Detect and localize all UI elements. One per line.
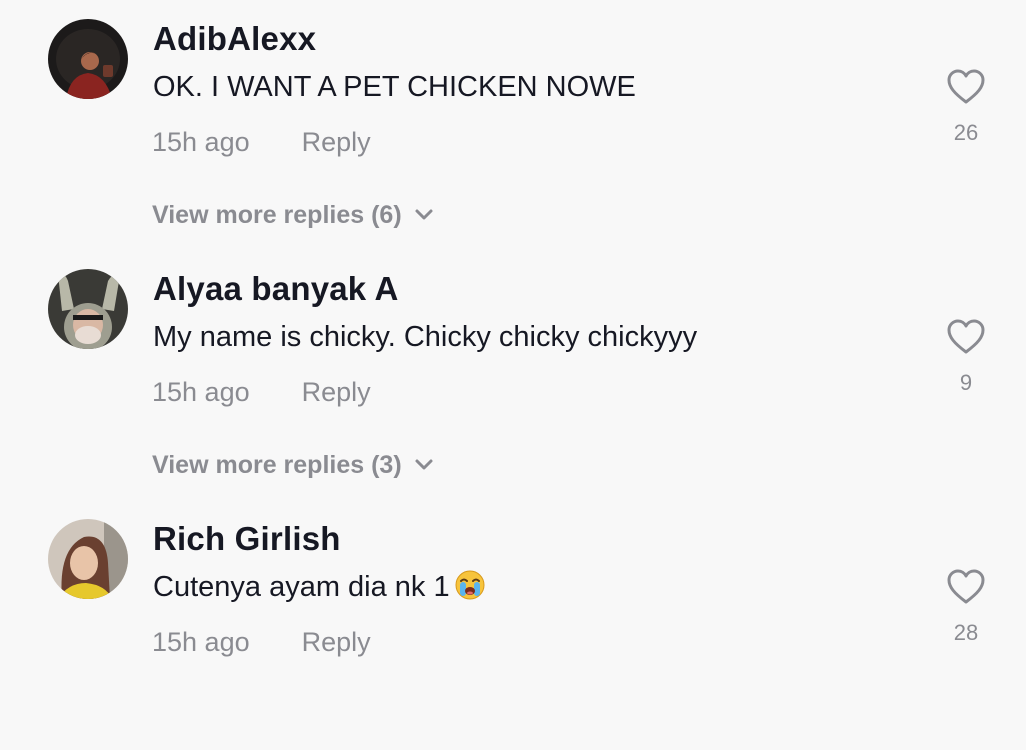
user-avatar[interactable] (48, 19, 128, 99)
view-more-replies-label: View more replies (3) (152, 451, 402, 479)
reply-button[interactable]: Reply (302, 377, 371, 408)
comment-text-row: Cutenya ayam dia nk 1 (153, 570, 486, 604)
view-more-replies-button[interactable]: View more replies (3) (152, 451, 434, 480)
comment-meta: 15h ago Reply (152, 377, 371, 408)
like-count: 9 (959, 370, 973, 395)
heart-icon[interactable] (946, 68, 986, 106)
comment-item: AdibAlexx OK. I WANT A PET CHICKEN NOWE … (0, 0, 1026, 250)
chevron-down-icon (415, 459, 433, 470)
heart-icon[interactable] (946, 318, 986, 356)
user-avatar[interactable] (48, 269, 128, 349)
comment-text: Cutenya ayam dia nk 1 (153, 571, 450, 603)
user-avatar[interactable] (48, 519, 128, 599)
chevron-down-icon (415, 209, 433, 220)
like-count: 26 (953, 120, 979, 145)
comment-username[interactable]: AdibAlexx (153, 20, 316, 58)
comment-timestamp: 15h ago (152, 127, 250, 157)
comment-meta: 15h ago Reply (152, 627, 371, 658)
reply-button[interactable]: Reply (302, 127, 371, 158)
comment-timestamp: 15h ago (152, 627, 250, 657)
reply-button[interactable]: Reply (302, 627, 371, 658)
heart-icon[interactable] (946, 568, 986, 606)
comment-item: Alyaa banyak A My name is chicky. Chicky… (0, 250, 1026, 500)
comment-timestamp: 15h ago (152, 377, 250, 407)
view-more-replies-button[interactable]: View more replies (6) (152, 201, 434, 230)
view-more-replies-label: View more replies (6) (152, 201, 402, 229)
comment-item: Rich Girlish Cutenya ayam dia nk 1 15h a… (0, 500, 1026, 750)
like-count: 28 (953, 620, 979, 645)
comment-username[interactable]: Alyaa banyak A (153, 270, 399, 308)
loudly-crying-face-emoji-icon (455, 570, 485, 600)
comment-meta: 15h ago Reply (152, 127, 371, 158)
comment-text: My name is chicky. Chicky chicky chickyy… (153, 321, 698, 353)
comment-username[interactable]: Rich Girlish (153, 520, 341, 558)
comment-text: OK. I WANT A PET CHICKEN NOWE (153, 71, 636, 103)
